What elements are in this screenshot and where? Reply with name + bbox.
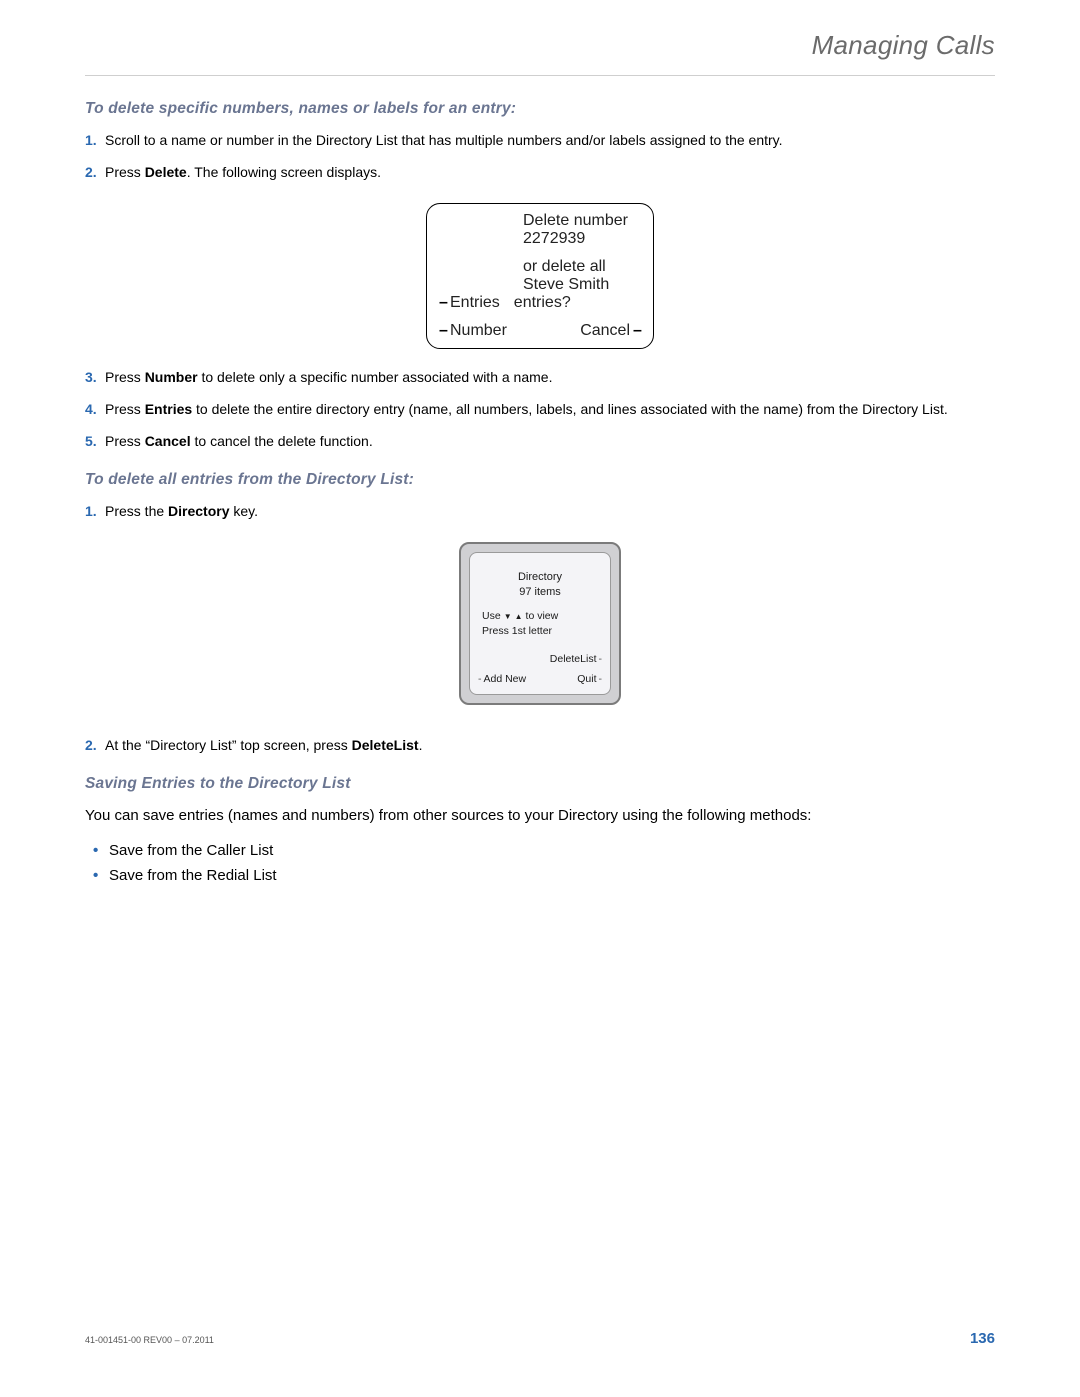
phone-screen-directory: Directory 97 items Use ▼ ▲ to view Press… [85,542,995,705]
step2-2-bold: DeleteList [352,737,419,753]
softkey-entries: Entries [450,294,500,312]
softkey-number: Number [450,322,507,340]
dash-icon: - [599,672,603,686]
screen1-entries-q: entries? [514,294,571,312]
step-2-bold: Delete [145,164,187,180]
step-3-suffix: to delete only a specific number associa… [198,369,553,385]
step-5: Press Cancel to cancel the delete functi… [85,431,995,451]
phone-bezel: Directory 97 items Use ▼ ▲ to view Press… [459,542,621,705]
step2-2-suffix: . [419,737,423,753]
step2-1: Press the Directory key. [85,501,995,521]
bullet-caller-list: Save from the Caller List [89,838,995,864]
steps-list-2a: Press the Directory key. [85,501,995,521]
screen1-line3: or delete all [523,258,641,276]
step-5-suffix: to cancel the delete function. [191,433,373,449]
saving-bullets: Save from the Caller List Save from the … [85,838,995,889]
saving-intro: You can save entries (names and numbers)… [85,805,995,828]
step-1-text: Scroll to a name or number in the Direct… [105,132,783,148]
screen2-softkey-row1: DeleteList- [478,652,602,666]
dash-icon: – [439,294,447,312]
dash-icon: – [633,322,641,340]
step2-1-suffix: key. [230,503,259,519]
screen1-softkey-row-entries: – Entries entries? [439,294,641,312]
screen2-use-row: Use ▼ ▲ to view [478,609,602,623]
softkey-deletelist: DeleteList [550,652,597,666]
step-5-bold: Cancel [145,433,191,449]
softkey-quit: Quit [577,672,596,686]
step-2: Press Delete. The following screen displ… [85,162,995,182]
screen1-softkey-row-bottom: – Number Cancel – [439,322,641,340]
page-header-title: Managing Calls [85,30,995,76]
section-heading-saving-entries: Saving Entries to the Directory List [85,775,995,793]
screen1-line2: 2272939 [523,230,641,248]
step2-2-prefix: At the “Directory List” top screen, pres… [105,737,352,753]
steps-list-1b: Press Number to delete only a specific n… [85,367,995,452]
step-1: Scroll to a name or number in the Direct… [85,130,995,150]
steps-list-2b: At the “Directory List” top screen, pres… [85,735,995,755]
triangle-down-icon: ▼ [504,613,512,621]
phone-screen-delete-number: Delete number 2272939 or delete all Stev… [85,203,995,349]
screen2-press-row: Press 1st letter [478,624,602,638]
section-heading-delete-all: To delete all entries from the Directory… [85,471,995,489]
softkey-cancel: Cancel [580,322,630,340]
use-prefix: Use [482,609,501,623]
step-3-prefix: Press [105,369,145,385]
step2-1-prefix: Press the [105,503,168,519]
step-3: Press Number to delete only a specific n… [85,367,995,387]
step2-2: At the “Directory List” top screen, pres… [85,735,995,755]
step2-1-bold: Directory [168,503,229,519]
step-4-prefix: Press [105,401,145,417]
footer-page-number: 136 [970,1330,995,1347]
page-footer: 41-001451-00 REV00 – 07.2011 136 [85,1330,995,1347]
footer-document-id: 41-001451-00 REV00 – 07.2011 [85,1335,214,1345]
phone-screen-frame: Delete number 2272939 or delete all Stev… [426,203,654,349]
step-5-prefix: Press [105,433,145,449]
screen2-softkey-row2: - Add New Quit- [478,672,602,686]
step-2-prefix: Press [105,164,145,180]
screen2-count: 97 items [478,585,602,600]
section-heading-delete-specific: To delete specific numbers, names or lab… [85,100,995,118]
dash-icon: - [478,672,482,686]
phone-lcd: Directory 97 items Use ▼ ▲ to view Press… [469,552,611,695]
screen1-line1: Delete number [523,212,641,230]
softkey-addnew: Add New [484,672,527,686]
step-4-bold: Entries [145,401,192,417]
steps-list-1a: Scroll to a name or number in the Direct… [85,130,995,183]
step-4: Press Entries to delete the entire direc… [85,399,995,419]
screen1-line4: Steve Smith [523,276,641,294]
use-suffix: to view [526,609,559,623]
dash-icon: - [599,652,603,666]
bullet-redial-list: Save from the Redial List [89,863,995,889]
step-4-suffix: to delete the entire directory entry (na… [192,401,948,417]
screen2-title: Directory [478,570,602,585]
triangle-up-icon: ▲ [515,613,523,621]
dash-icon: – [439,322,447,340]
step-3-bold: Number [145,369,198,385]
step-2-suffix: . The following screen displays. [187,164,381,180]
page: Managing Calls To delete specific number… [0,0,1080,1397]
